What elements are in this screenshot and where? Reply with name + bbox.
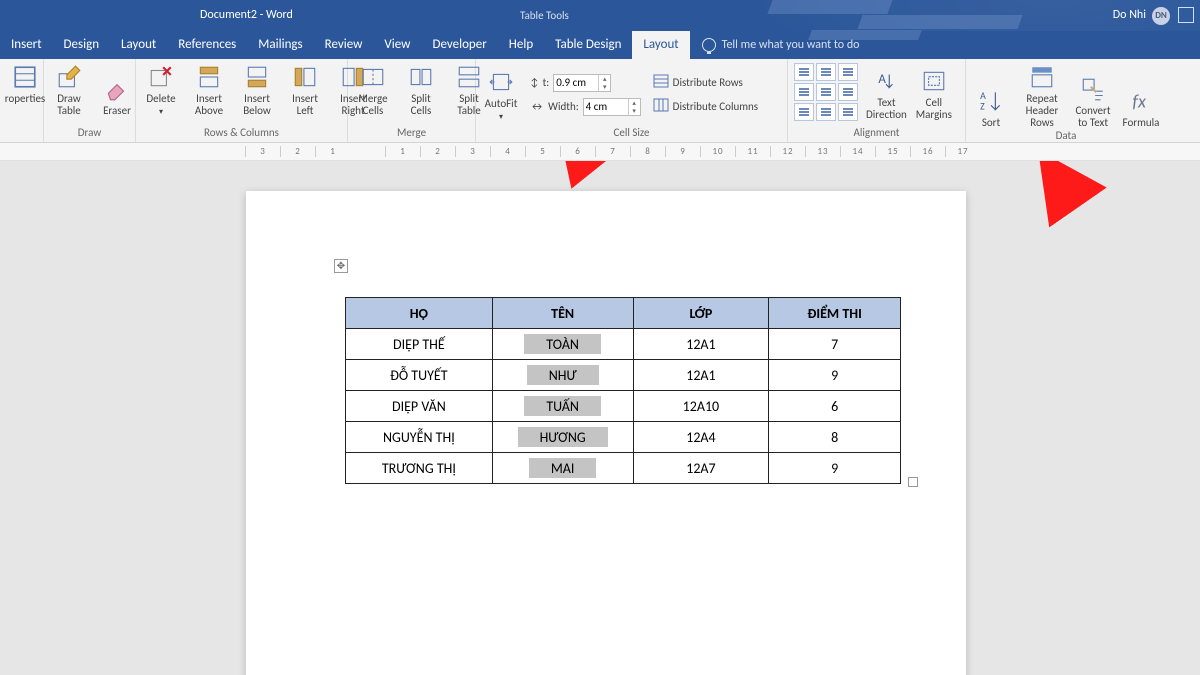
merge-cells-icon: [359, 63, 387, 91]
convert-text-icon: [1079, 75, 1107, 103]
col-width: ↔ Width: ▴▾: [528, 97, 643, 117]
group-align-label: Alignment: [794, 126, 959, 140]
user-name: Do Nhi: [1113, 0, 1146, 31]
width-icon: ↔: [530, 100, 544, 113]
distribute-rows-button[interactable]: Distribute Rows: [651, 73, 760, 93]
table-row[interactable]: TRƯƠNG THỊMAI12A79: [346, 453, 901, 484]
svg-text:Z: Z: [980, 101, 985, 113]
group-cellsize-label: Cell Size: [482, 126, 781, 140]
table-move-handle[interactable]: ✥: [334, 259, 348, 273]
cell-margins-icon: [920, 67, 948, 95]
title-bar: Document2 - Word Table Tools Do Nhi DN: [0, 0, 1200, 31]
distribute-columns-button[interactable]: Distribute Columns: [651, 97, 760, 117]
text-direction-icon: A: [872, 67, 900, 95]
draw-table-button[interactable]: DrawTable: [50, 63, 88, 117]
insert-below-icon: [243, 63, 271, 91]
tab-insert[interactable]: Insert: [0, 31, 53, 59]
sort-icon: AZ: [977, 87, 1005, 115]
group-rowscols-label: Rows & Columns: [142, 126, 341, 140]
insert-left-icon: [291, 63, 319, 91]
cell-margins-button[interactable]: CellMargins: [915, 67, 953, 121]
svg-text:fx: fx: [1132, 90, 1147, 113]
tab-layout[interactable]: Layout: [110, 31, 167, 59]
split-cells-button[interactable]: SplitCells: [402, 63, 440, 117]
delete-icon: [147, 63, 175, 91]
insert-left-button[interactable]: InsertLeft: [286, 63, 324, 117]
context-tab-title: Table Tools: [520, 0, 569, 31]
properties-icon: [11, 63, 39, 91]
eraser-icon: [103, 75, 131, 103]
avatar: DN: [1152, 7, 1170, 25]
decor: [770, 0, 1120, 50]
document-area[interactable]: HỌ TÊN LỚP ĐIỂM THI DIỆP THẾTOÀN12A17 ĐỖ…: [0, 161, 1200, 675]
distribute-rows-icon: [653, 73, 669, 92]
header-ho[interactable]: HỌ: [346, 298, 493, 329]
autofit-button[interactable]: AutoFit ▾: [482, 63, 520, 126]
merge-cells-button[interactable]: MergeCells: [354, 63, 392, 117]
tab-review[interactable]: Review: [314, 31, 374, 59]
tab-developer[interactable]: Developer: [421, 31, 497, 59]
annotation-arrow-1: [480, 161, 600, 171]
group-draw-label: Draw: [50, 126, 129, 140]
text-direction-button[interactable]: A TextDirection: [866, 67, 907, 121]
group-data-label: Data: [972, 129, 1160, 143]
row-height: ↕ t: ▴▾: [528, 73, 643, 93]
repeat-header-button[interactable]: RepeatHeader Rows: [1020, 63, 1064, 129]
convert-text-button[interactable]: Convertto Text: [1074, 75, 1112, 129]
tab-references[interactable]: References: [167, 31, 247, 59]
tab-design[interactable]: Design: [53, 31, 110, 59]
user-area[interactable]: Do Nhi DN: [1113, 0, 1170, 31]
alignment-grid[interactable]: [794, 63, 858, 121]
sort-button[interactable]: AZ Sort: [972, 87, 1010, 129]
document-title: Document2 - Word: [200, 0, 293, 31]
table-row[interactable]: DIỆP VĂNTUẤN12A106: [346, 391, 901, 422]
svg-text:A: A: [879, 72, 887, 87]
table-header-row[interactable]: HỌ TÊN LỚP ĐIỂM THI: [346, 298, 901, 329]
insert-above-icon: [195, 63, 223, 91]
height-icon: ↕: [530, 76, 539, 89]
table-row[interactable]: NGUYỄN THỊHƯƠNG12A48: [346, 422, 901, 453]
autofit-icon: [487, 68, 515, 96]
tab-table-design[interactable]: Table Design: [544, 31, 632, 59]
formula-icon: fx: [1127, 87, 1155, 115]
insert-above-button[interactable]: InsertAbove: [190, 63, 228, 117]
lightbulb-icon: [702, 38, 716, 52]
tab-mailings[interactable]: Mailings: [247, 31, 313, 59]
eraser-button[interactable]: Eraser: [98, 75, 136, 117]
horizontal-ruler[interactable]: 3211234567891011121314151617: [0, 143, 1200, 161]
tab-help[interactable]: Help: [498, 31, 544, 59]
width-input[interactable]: ▴▾: [583, 98, 641, 116]
annotation-arrow-2: [990, 161, 1080, 211]
insert-below-button[interactable]: InsertBelow: [238, 63, 276, 117]
delete-button[interactable]: Delete ▾: [142, 63, 180, 117]
height-input[interactable]: ▴▾: [553, 74, 611, 92]
pencil-table-icon: [55, 63, 83, 91]
ribbon: roperties DrawTable Eraser Draw Delete ▾: [0, 59, 1200, 143]
properties-button[interactable]: roperties: [6, 63, 44, 105]
table-row[interactable]: ĐỖ TUYẾTNHƯ12A19: [346, 360, 901, 391]
group-merge-label: Merge: [354, 126, 469, 140]
table-row[interactable]: DIỆP THẾTOÀN12A17: [346, 329, 901, 360]
ribbon-display-options-icon[interactable]: [1178, 7, 1194, 23]
data-table[interactable]: HỌ TÊN LỚP ĐIỂM THI DIỆP THẾTOÀN12A17 ĐỖ…: [345, 297, 901, 484]
tab-table-layout[interactable]: Layout: [632, 31, 689, 59]
page[interactable]: HỌ TÊN LỚP ĐIỂM THI DIỆP THẾTOÀN12A17 ĐỖ…: [246, 191, 966, 675]
repeat-header-icon: [1028, 63, 1056, 91]
header-lop[interactable]: LỚP: [633, 298, 769, 329]
header-diem[interactable]: ĐIỂM THI: [769, 298, 901, 329]
table-resize-handle[interactable]: [908, 477, 918, 487]
tab-view[interactable]: View: [373, 31, 421, 59]
split-cells-icon: [407, 63, 435, 91]
header-ten[interactable]: TÊN: [492, 298, 633, 329]
distribute-columns-icon: [653, 97, 669, 116]
formula-button[interactable]: fx Formula: [1122, 87, 1160, 129]
